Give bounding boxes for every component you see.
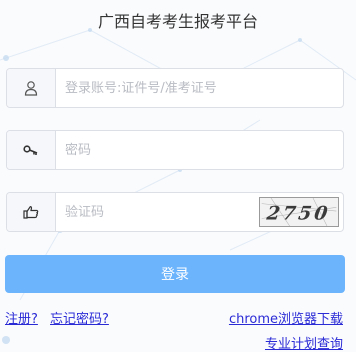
captcha-code: 2750	[264, 203, 331, 225]
register-link[interactable]: 注册?	[5, 308, 38, 327]
background-network-decoration	[0, 28, 356, 344]
user-icon	[7, 69, 56, 107]
captcha-field: 2750	[6, 192, 344, 232]
page-title: 广西自考考生报考平台	[97, 12, 258, 31]
captcha-input[interactable]	[65, 193, 245, 231]
captcha-image[interactable]: 2750	[259, 197, 339, 227]
username-field	[6, 68, 344, 108]
username-input[interactable]	[65, 69, 335, 107]
pointing-hand-icon	[7, 193, 56, 231]
chrome-download-link[interactable]: chrome浏览器下载	[229, 308, 343, 327]
key-icon	[7, 131, 56, 169]
login-button[interactable]: 登录	[5, 255, 345, 293]
forgot-password-link[interactable]: 忘记密码?	[50, 308, 109, 327]
password-field	[6, 130, 344, 170]
password-input[interactable]	[65, 131, 335, 169]
major-plan-query-link[interactable]: 专业计划查询	[265, 333, 343, 352]
